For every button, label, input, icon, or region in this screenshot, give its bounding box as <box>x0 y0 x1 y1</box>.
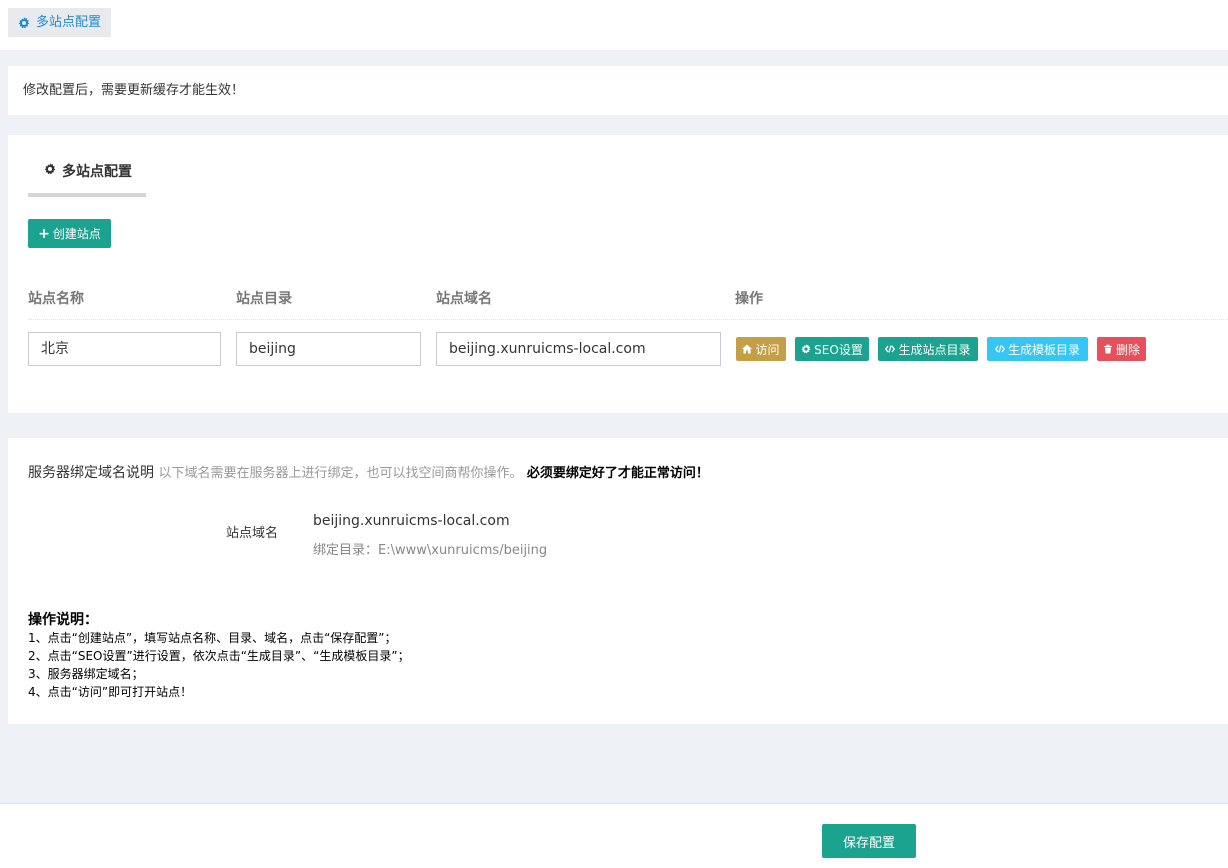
visit-button[interactable]: 访问 <box>736 337 786 361</box>
site-domain-input[interactable]: beijing.xunruicms-local.com <box>436 332 721 366</box>
create-site-button[interactable]: + 创建站点 <box>28 219 111 248</box>
plus-icon: + <box>38 225 50 242</box>
footer-bar: 保存配置 <box>0 803 1228 868</box>
binding-dir: 绑定目录：E:\www\xunruicms/beijing <box>313 543 548 558</box>
code-icon <box>994 345 1005 353</box>
binding-label: 站点域名 <box>226 526 279 541</box>
tab-multisite-config[interactable]: 多站点配置 <box>8 8 112 37</box>
column-header-dir: 站点目录 <box>236 291 292 307</box>
instructions-title: 操作说明： <box>28 612 98 628</box>
home-icon <box>742 344 753 354</box>
top-bar: 多站点配置 <box>0 0 1228 50</box>
binding-domain: beijing.xunruicms-local.com <box>313 513 510 529</box>
site-dir-input[interactable]: beijing <box>236 332 421 366</box>
column-header-actions: 操作 <box>735 291 763 307</box>
create-site-label: 创建站点 <box>52 227 101 241</box>
instruction-line: 1、点击“创建站点”，填写站点名称、目录、域名，点击“保存配置”； <box>28 631 397 645</box>
notice-text: 修改配置后，需要更新缓存才能生效！ <box>23 83 245 98</box>
notice-bar: 修改配置后，需要更新缓存才能生效！ <box>8 66 1228 115</box>
binding-warning: 必须要绑定好了才能正常访问！ <box>526 466 709 481</box>
seo-settings-button[interactable]: SEO设置 <box>795 337 869 361</box>
generate-site-dir-label: 生成站点目录 <box>898 342 971 357</box>
visit-label: 访问 <box>755 342 780 357</box>
save-config-button[interactable]: 保存配置 <box>822 824 916 858</box>
site-config-panel: 多站点配置 + 创建站点 站点名称 站点目录 站点域名 操作 北京 beijin… <box>8 135 1228 413</box>
code-icon <box>885 345 896 353</box>
binding-title: 服务器绑定域名说明 <box>28 465 154 481</box>
header-divider <box>28 319 1228 320</box>
column-header-name: 站点名称 <box>28 291 84 307</box>
tab-label: 多站点配置 <box>36 15 102 30</box>
generate-template-dir-label: 生成模板目录 <box>1007 342 1080 357</box>
binding-hint: 以下域名需要在服务器上进行绑定，也可以找空间商帮你操作。 <box>158 466 523 481</box>
generate-site-dir-button[interactable]: 生成站点目录 <box>878 337 978 361</box>
generate-template-dir-button[interactable]: 生成模板目录 <box>987 337 1088 361</box>
gear-icon <box>801 344 811 354</box>
delete-button[interactable]: 删除 <box>1097 337 1146 361</box>
instruction-line: 4、点击“访问”即可打开站点！ <box>28 685 193 699</box>
binding-heading: 服务器绑定域名说明 以下域名需要在服务器上进行绑定，也可以找空间商帮你操作。 必… <box>28 462 709 482</box>
site-name-input[interactable]: 北京 <box>28 332 221 366</box>
tab-site-config[interactable]: 多站点配置 <box>28 161 146 197</box>
seo-settings-label: SEO设置 <box>814 342 863 357</box>
column-header-domain: 站点域名 <box>436 291 492 307</box>
tab-label: 多站点配置 <box>62 164 132 180</box>
gear-icon <box>18 16 30 28</box>
domain-binding-panel: 服务器绑定域名说明 以下域名需要在服务器上进行绑定，也可以找空间商帮你操作。 必… <box>8 438 1228 724</box>
instruction-line: 2、点击“SEO设置”进行设置，依次点击“生成目录”、“生成模板目录”； <box>28 649 410 663</box>
instruction-line: 3、服务器绑定域名； <box>28 667 144 681</box>
delete-label: 删除 <box>1115 342 1140 357</box>
trash-icon <box>1103 344 1112 354</box>
gear-icon <box>44 163 56 175</box>
